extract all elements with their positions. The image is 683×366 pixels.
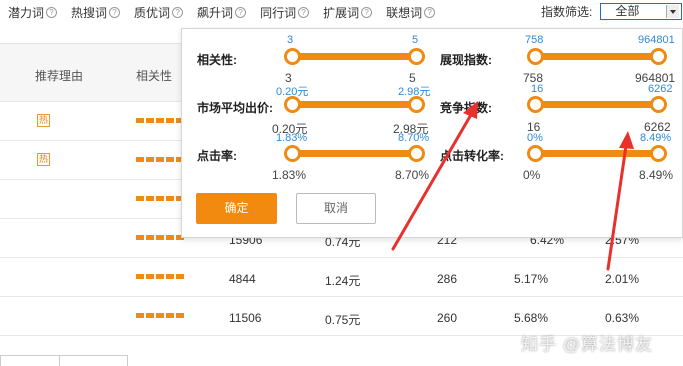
tab-quality-words[interactable]: 质优词? (134, 4, 184, 21)
tab-label: 飙升词 (197, 5, 234, 20)
tab-label: 质优词 (134, 5, 171, 20)
relevance-bar (136, 235, 186, 240)
filter-label-competition: 竞争指数: (440, 101, 492, 115)
filter-label-cvr: 点击转化率: (440, 149, 504, 163)
tab-label: 潜力词 (8, 5, 45, 20)
avg-price-max-handle[interactable] (408, 96, 425, 113)
cvr-range-max: 8.49% (639, 168, 674, 182)
index-filter-label: 指数筛选: (541, 5, 593, 19)
tab-label: 同行词 (260, 5, 297, 20)
show-index-cell: 11506 (229, 311, 262, 325)
tab-hot-search-words[interactable]: 热搜词? (71, 4, 121, 21)
show-index-slider-track[interactable] (534, 53, 660, 60)
chevron-down-icon (666, 5, 680, 18)
help-icon[interactable]: ? (46, 6, 58, 18)
ctr-min-value: 1.83% (276, 132, 308, 144)
relevance-bar (136, 157, 186, 162)
watermark-text: 知乎 @算法博友 (521, 335, 653, 354)
cvr-min-value: 0% (527, 132, 543, 144)
avg-price-slider-track[interactable] (289, 101, 415, 108)
relevance-bar (136, 196, 186, 201)
cvr-max-value: 8.49% (640, 132, 672, 144)
show-index-min-handle[interactable] (527, 48, 544, 65)
tab-potential-words[interactable]: 潜力词? (8, 4, 58, 21)
cancel-button[interactable]: 取消 (296, 193, 376, 224)
tab-extended-words[interactable]: 扩展词? (323, 4, 373, 21)
table-row[interactable]: 4844 1.24元 286 5.17% 2.01% (0, 258, 683, 297)
filter-label-show-index: 展现指数: (440, 53, 492, 67)
show-index-min-value: 758 (525, 34, 544, 46)
tab-associated-words[interactable]: 联想词? (386, 4, 436, 21)
tab-label: 扩展词 (323, 5, 360, 20)
ctr-min-handle[interactable] (284, 145, 301, 162)
avg-price-min-handle[interactable] (284, 96, 301, 113)
relevance-slider-track[interactable] (289, 53, 415, 60)
help-icon[interactable]: ? (172, 6, 184, 18)
competition-max-value: 6262 (648, 83, 673, 95)
ctr-slider-track[interactable] (289, 150, 415, 157)
competition-min-value: 16 (531, 83, 544, 95)
filter-label-avg-price: 市场平均出价: (197, 101, 273, 115)
ctr-cell: 5.17% (514, 272, 549, 286)
ctr-max-handle[interactable] (408, 145, 425, 162)
help-icon[interactable]: ? (361, 6, 373, 18)
column-header-reason: 推荐理由 (35, 69, 84, 83)
cvr-cell: 2.01% (605, 272, 640, 286)
tab-peer-words[interactable]: 同行词? (260, 4, 310, 21)
show-index-max-handle[interactable] (650, 48, 667, 65)
column-header-relevance: 相关性 (136, 69, 173, 83)
index-filter-select[interactable]: 全部 (600, 3, 683, 20)
relevance-min-value: 3 (287, 34, 294, 46)
tab-label: 热搜词 (71, 5, 108, 20)
show-index-max-value: 964801 (638, 34, 675, 46)
filter-label-ctr: 点击率: (197, 149, 237, 163)
index-filter-value: 全部 (615, 4, 640, 18)
hot-badge: 热 (37, 114, 50, 127)
relevance-bar (136, 313, 186, 318)
hot-badge: 热 (37, 153, 50, 166)
relevance-bar (136, 274, 186, 279)
ctr-range-max: 8.70% (395, 168, 430, 182)
help-icon[interactable]: ? (424, 6, 436, 18)
competition-min-handle[interactable] (527, 96, 544, 113)
help-icon[interactable]: ? (298, 6, 310, 18)
show-index-cell: 4844 (229, 272, 256, 286)
help-icon[interactable]: ? (235, 6, 247, 18)
relevance-bar (136, 118, 186, 123)
competition-slider-track[interactable] (534, 101, 660, 108)
help-icon[interactable]: ? (109, 6, 121, 18)
cvr-slider-track[interactable] (534, 150, 660, 157)
avg-price-cell: 0.75元 (325, 313, 361, 327)
ctr-cell: 5.68% (514, 311, 549, 325)
cvr-range-min: 0% (523, 168, 541, 182)
relevance-max-value: 5 (412, 34, 419, 46)
avg-price-cell: 1.24元 (325, 274, 361, 288)
filter-label-relevance: 相关性: (197, 53, 237, 67)
index-filter-popup: 相关性: 3 5 3 5 展现指数: 758 964801 758 964801… (181, 28, 683, 238)
relevance-max-handle[interactable] (408, 48, 425, 65)
cvr-cell: 0.63% (605, 311, 640, 325)
bottom-tab-divider (0, 355, 60, 366)
competition-cell: 260 (437, 311, 458, 325)
tab-rising-words[interactable]: 飙升词? (197, 4, 247, 21)
competition-max-handle[interactable] (650, 96, 667, 113)
confirm-button[interactable]: 确定 (196, 193, 277, 224)
tab-label: 联想词 (386, 5, 423, 20)
index-filter: 指数筛选: 全部 (541, 3, 683, 20)
relevance-min-handle[interactable] (284, 48, 301, 65)
competition-cell: 286 (437, 272, 458, 286)
cvr-min-handle[interactable] (527, 145, 544, 162)
ctr-range-min: 1.83% (272, 168, 307, 182)
ctr-max-value: 8.70% (398, 132, 430, 144)
cvr-max-handle[interactable] (650, 145, 667, 162)
